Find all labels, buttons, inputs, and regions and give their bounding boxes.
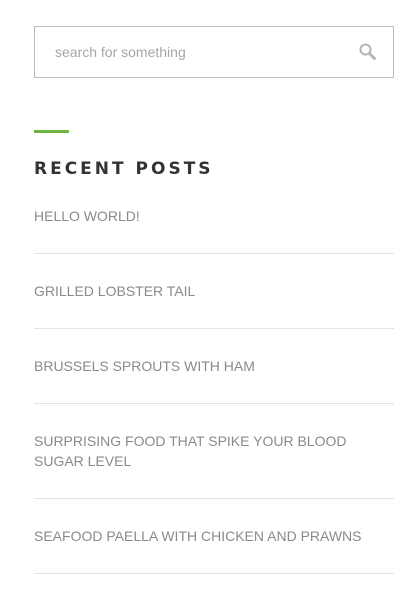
search-input[interactable] [35, 27, 393, 77]
post-item: SEAFOOD PAELLA WITH CHICKEN AND PRAWNS [34, 526, 394, 574]
search-icon [359, 43, 376, 60]
post-item: BRUSSELS SPROUTS WITH HAM [34, 356, 394, 404]
post-link-hello-world[interactable]: HELLO WORLD! [34, 206, 394, 226]
post-item: GRILLED LOBSTER TAIL [34, 281, 394, 329]
search-form [34, 26, 394, 78]
post-item: SURPRISING FOOD THAT SPIKE YOUR BLOOD SU… [34, 431, 394, 499]
post-link-surprising-food[interactable]: SURPRISING FOOD THAT SPIKE YOUR BLOOD SU… [34, 431, 394, 471]
recent-posts-list: HELLO WORLD! GRILLED LOBSTER TAIL BRUSSE… [34, 206, 394, 574]
post-link-brussels-sprouts[interactable]: BRUSSELS SPROUTS WITH HAM [34, 356, 394, 376]
recent-posts-widget: RECENT POSTS HELLO WORLD! GRILLED LOBSTE… [34, 130, 394, 574]
post-item: HELLO WORLD! [34, 206, 394, 254]
search-button[interactable] [357, 41, 379, 63]
title-accent-line [34, 130, 69, 133]
sidebar: RECENT POSTS HELLO WORLD! GRILLED LOBSTE… [34, 26, 394, 601]
post-link-seafood-paella[interactable]: SEAFOOD PAELLA WITH CHICKEN AND PRAWNS [34, 526, 394, 546]
post-link-grilled-lobster-tail[interactable]: GRILLED LOBSTER TAIL [34, 281, 394, 301]
widget-title: RECENT POSTS [34, 159, 214, 179]
